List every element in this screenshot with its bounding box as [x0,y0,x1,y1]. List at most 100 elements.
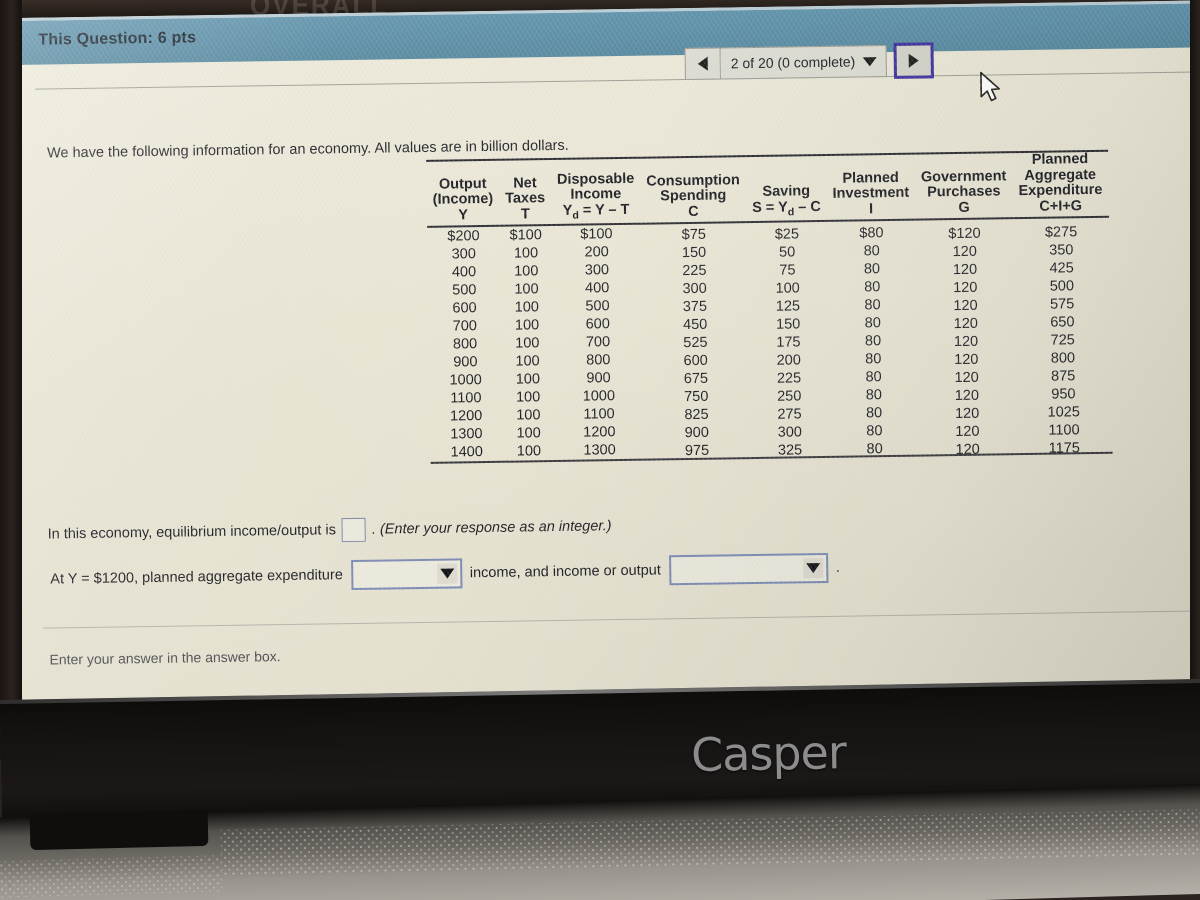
table-cell: $100 [551,223,642,245]
table-cell: 80 [866,423,883,440]
question-position-label: 2 of 20 (0 complete) [730,53,856,72]
col-consumption-spending: Consumption Spending C [639,156,747,224]
chevron-down-icon-2[interactable] [802,558,823,579]
brand-logo: Casper [690,725,847,782]
table-cell: 120 [954,405,980,423]
chevron-down-icon[interactable] [436,563,457,584]
table-cell: 80 [865,369,882,386]
laptop-hinge-foot [29,809,209,851]
table-cell: $275 [1013,221,1110,243]
table-cell: 1300 [554,440,645,461]
table-cell: 120 [953,315,979,333]
table-cell: 200 [584,244,609,261]
table-cell: $75 [640,224,747,245]
table-cell: $100 [499,225,552,245]
table-cell: 1100 [583,406,615,423]
table-cell: 120 [954,369,979,387]
col-output-income: Output (Income) Y [426,159,500,227]
table-cell: 450 [682,316,708,334]
table-cell: $25 [746,223,828,245]
table-cell: 100 [515,371,541,388]
table-cell: 500 [1049,278,1075,295]
equilibrium-prompt: In this economy, equilibrium income/outp… [47,522,337,543]
col-planned-aggregate-expenditure: Planned Aggregate Expenditure C+I+G [1011,150,1109,219]
equilibrium-answer-input[interactable] [341,517,367,543]
table-cell: 120 [954,351,979,369]
table-cell: 120 [954,387,980,405]
table-cell: 80 [865,387,883,404]
output-direction-select[interactable] [668,552,829,586]
table-cell: 425 [1049,260,1074,277]
table-cell: 300 [584,262,610,279]
table-cell: 80 [864,315,881,332]
col-planned-investment: Planned Investment I [826,153,916,221]
table-cell: 300 [777,424,803,441]
table-body: $200 $100 $100 $75 $25 $80 $120 $275 300 100 200 15… [427,217,1113,463]
table-cell: 700 [585,334,611,351]
col-disposable-income: Disposable Income Yd = Y – T [550,157,641,226]
table-cell: 725 [1050,332,1075,349]
table-cell: 1000 [449,372,482,389]
table-cell: 1100 [450,390,482,407]
table-cell: 750 [684,388,709,406]
table-cell: 125 [775,298,801,315]
table-cell: 100 [502,441,556,462]
table-cell: 1200 [449,408,483,425]
mouse-pointer-icon [980,71,1000,102]
table-cell: 650 [1050,314,1075,331]
table-cell: 1000 [582,388,616,405]
table-cell: 120 [955,423,980,441]
table-cell: 600 [683,352,708,370]
table-cell: 1300 [450,426,483,443]
table-cell: 100 [513,245,539,262]
table-cell: 120 [953,333,979,351]
table-cell: 1400 [430,442,504,463]
table-cell: 120 [953,279,978,297]
table-cell: 275 [777,406,802,423]
table-cell: 400 [451,264,477,281]
next-question-button[interactable] [892,42,934,79]
table-cell: 100 [514,263,539,280]
table-cell: 1100 [1048,422,1080,439]
table-cell: 120 [952,243,977,261]
table-cell: 500 [585,298,610,315]
table-cell: 100 [515,335,540,352]
equilibrium-hint: . (Enter your response as an integer.) [371,518,612,538]
table-cell: 375 [682,298,708,316]
expenditure-comparison-select[interactable] [350,558,463,591]
table-cell: 100 [514,281,539,298]
table-cell: 350 [1049,242,1074,259]
answer-box-hint: Enter your answer in the answer box. [49,648,281,668]
table-cell: 900 [586,370,611,387]
col-government-purchases: Government Purchases G [914,152,1013,220]
table-cell: 150 [775,316,801,333]
table-cell: 825 [684,406,709,424]
table-cell: 250 [777,388,802,405]
aggregate-period: . [835,559,840,576]
triangle-left-icon [697,56,708,71]
table-cell: 975 [644,441,750,462]
table-cell: $80 [827,222,916,243]
aggregate-prompt: At Y = $1200, planned aggregate expendit… [50,567,343,588]
monitor-right-bezel [1190,0,1200,720]
speaker-grille-left [0,855,223,898]
table-cell: 225 [776,370,802,387]
table-cell: 600 [452,300,477,317]
table-cell: 80 [864,333,882,350]
table-cell: 675 [683,370,709,388]
table-cell: 100 [514,317,540,334]
table-cell: 300 [451,246,476,263]
table-cell: $120 [915,223,1014,244]
question-position-dropdown[interactable]: 2 of 20 (0 complete) [720,45,887,80]
question-points-label: This Question: 6 pts [38,29,197,49]
table-cell: 100 [515,389,541,406]
table-cell: 325 [749,440,831,462]
question-pager[interactable]: 2 of 20 (0 complete) [684,42,934,81]
economy-data-table: Output (Income) Y Net Taxes T Disposable… [426,150,1113,464]
table-cell: 100 [516,407,541,424]
table-header-row: Output (Income) Y Net Taxes T Disposable… [426,150,1109,227]
triangle-right-icon [908,53,919,68]
triangle-down-icon[interactable] [862,56,877,66]
table-cell: 120 [918,440,1017,461]
previous-question-button[interactable] [684,47,721,81]
